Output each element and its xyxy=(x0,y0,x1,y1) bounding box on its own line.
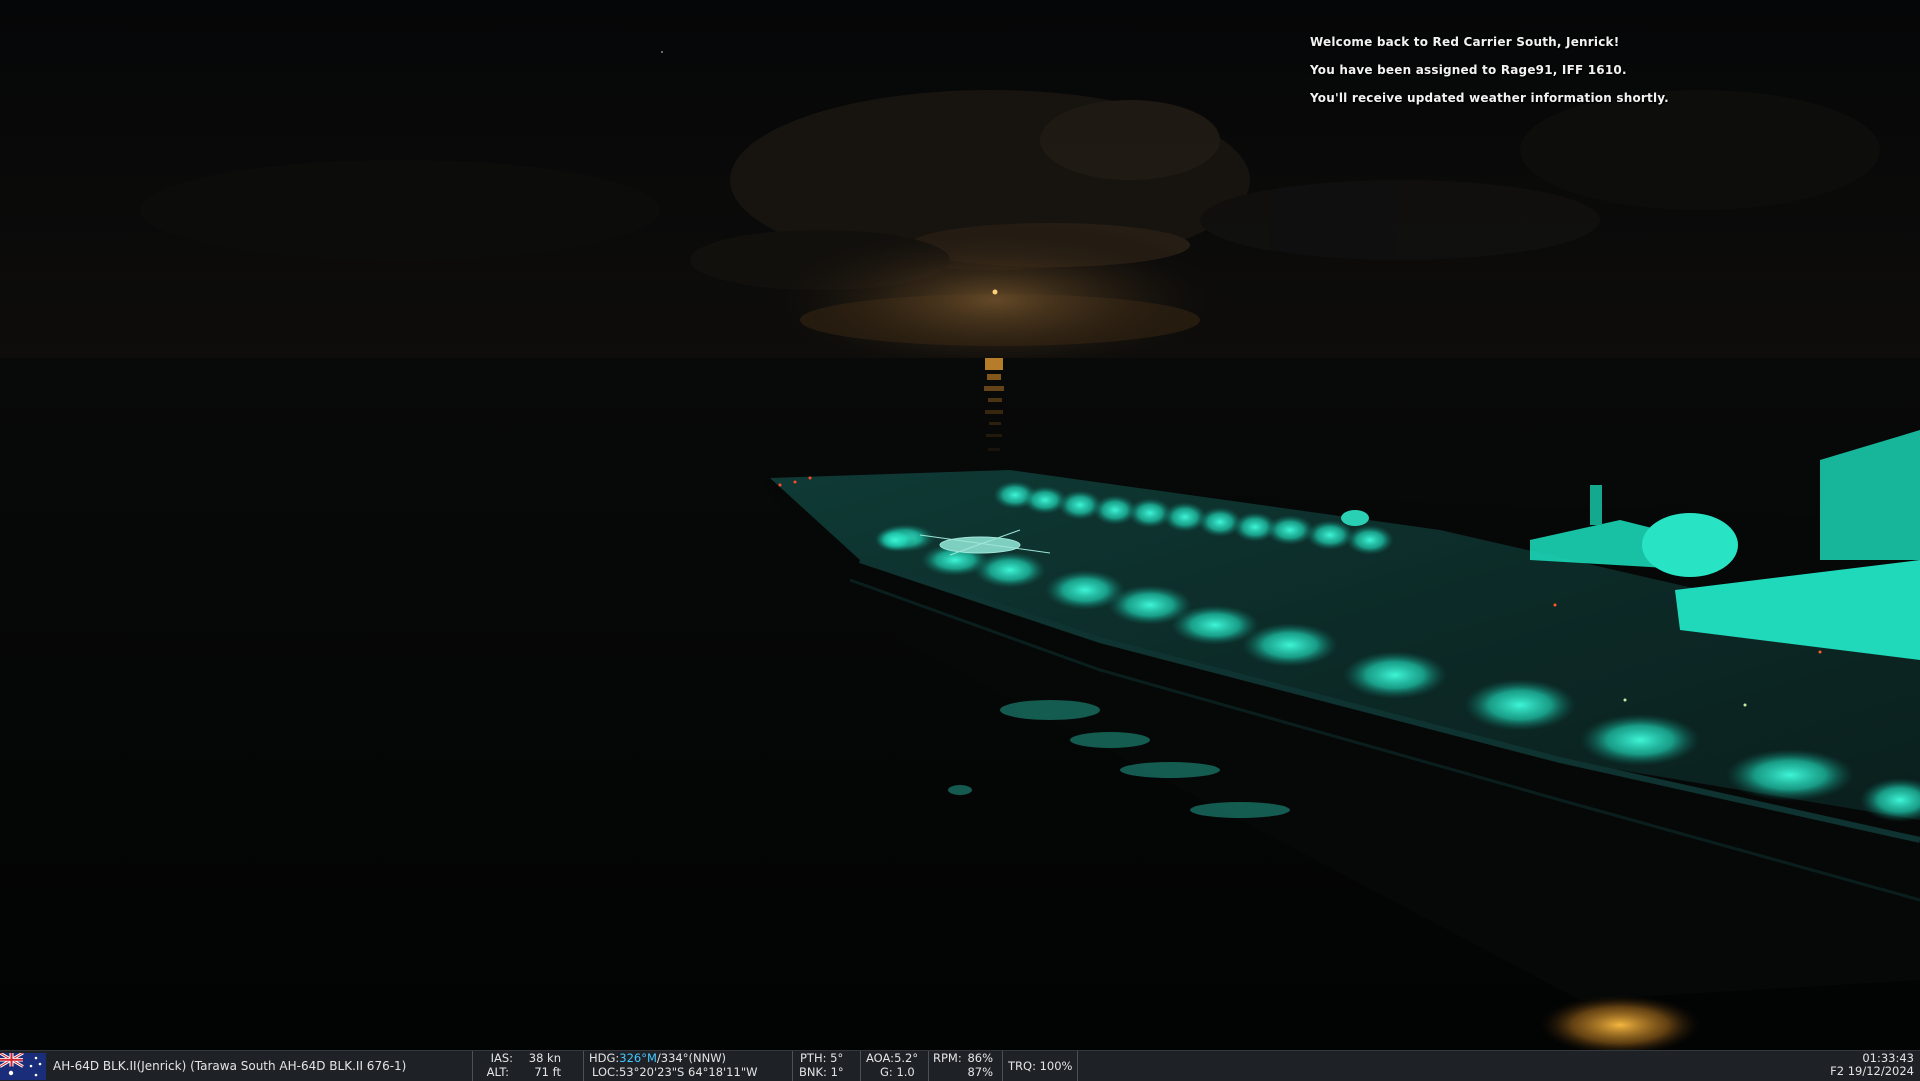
alt-value: 71 ft xyxy=(534,1065,561,1079)
rpm-label: RPM: xyxy=(933,1051,962,1065)
ias-label: IAS: xyxy=(490,1051,513,1065)
night-carrier-scene xyxy=(0,0,1920,1055)
aoa-label: AOA: xyxy=(866,1051,895,1065)
australia-flag-icon xyxy=(0,1053,46,1080)
hdg-magnetic: 326°M xyxy=(619,1051,657,1065)
unit-name: AH-64D BLK.II(Jenrick) (Tarawa South AH-… xyxy=(53,1059,407,1073)
rotor-lights xyxy=(1540,995,1700,1055)
chat-message: Welcome back to Red Carrier South, Jenri… xyxy=(1310,35,1620,49)
rpm-value-1: 86% xyxy=(967,1051,993,1065)
trq-label: TRQ: xyxy=(1008,1059,1036,1073)
bank-label: BNK: xyxy=(799,1065,827,1079)
status-bar: AH-64D BLK.II(Jenrick) (Tarawa South AH-… xyxy=(0,1050,1920,1081)
loc-label: LOC: xyxy=(592,1065,619,1079)
aoa-g-readout: AOA:5.2° G: 1.0 xyxy=(860,1051,927,1081)
trq-value: 100% xyxy=(1039,1059,1073,1073)
moon xyxy=(992,289,998,295)
loc-value: 53°20'23"S 64°18'11"W xyxy=(618,1065,758,1079)
torque-readout: TRQ: 100% xyxy=(1002,1051,1078,1081)
clock: 01:33:43 F2 19/12/2024 xyxy=(1830,1052,1914,1078)
chat-message: You'll receive updated weather informati… xyxy=(1310,91,1669,105)
g-label: G: xyxy=(880,1065,893,1079)
alt-label: ALT: xyxy=(486,1065,509,1079)
rpm-readout: RPM: 86% 87% xyxy=(928,1051,1001,1081)
g-value: 1.0 xyxy=(896,1065,915,1079)
pitch-value: 5° xyxy=(830,1051,844,1065)
hdg-true: /334°(NNW) xyxy=(656,1051,727,1065)
game-viewport[interactable] xyxy=(0,0,1920,1080)
pitch-label: PTH: xyxy=(800,1051,827,1065)
ias-value: 38 kn xyxy=(528,1051,561,1065)
clock-date: F2 19/12/2024 xyxy=(1830,1064,1914,1078)
heading-location-readout: HDG:326°M/334°(NNW) LOC:53°20'23"S 64°18… xyxy=(583,1051,792,1081)
chat-messages: Welcome back to Red Carrier South, Jenri… xyxy=(1310,30,1870,114)
rpm-value-2: 87% xyxy=(967,1065,993,1079)
hdg-label: HDG: xyxy=(589,1051,620,1065)
attitude-readout: PTH: 5° BNK: 1° xyxy=(792,1051,863,1081)
speed-altitude-readout: IAS: 38 kn ALT: 71 ft xyxy=(472,1051,573,1081)
aoa-value: 5.2° xyxy=(894,1051,919,1065)
bank-value: 1° xyxy=(830,1065,844,1079)
chat-message: You have been assigned to Rage91, IFF 16… xyxy=(1310,63,1627,77)
